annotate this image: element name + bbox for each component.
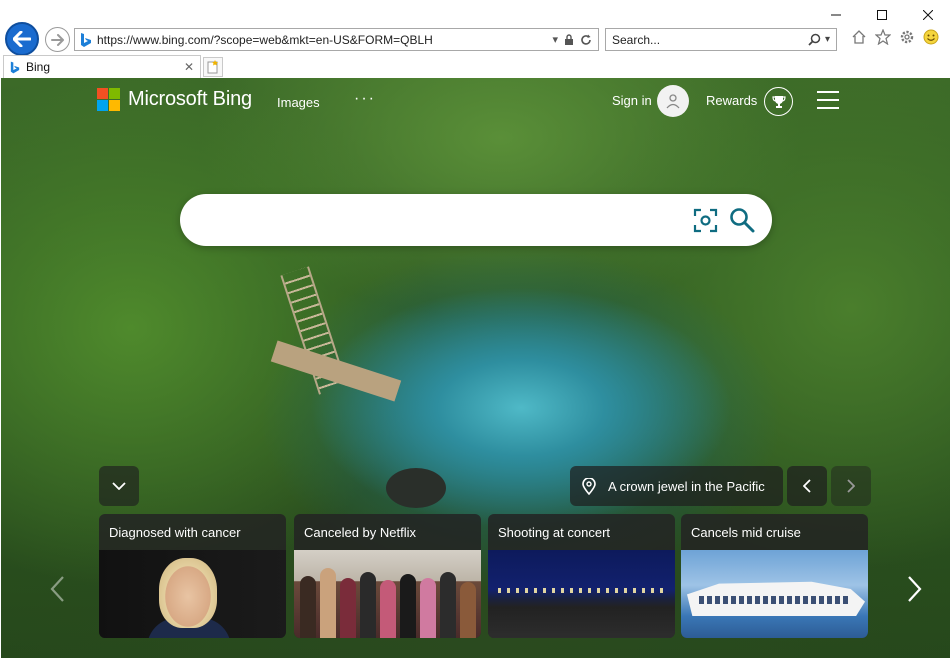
browser-search-placeholder[interactable]: Search... [612, 33, 808, 47]
news-card-title: Shooting at concert [498, 524, 611, 540]
image-title: A crown jewel in the Pacific [608, 478, 765, 494]
news-card-title: Diagnosed with cancer [109, 524, 241, 540]
news-card[interactable]: Cancels mid cruise [681, 514, 868, 638]
minimize-icon [831, 14, 841, 16]
brand-name: Microsoft Bing [128, 88, 252, 110]
bing-search-box[interactable] [180, 194, 772, 246]
bing-favicon-icon [75, 32, 97, 47]
lock-icon[interactable] [564, 33, 574, 46]
bing-search-input[interactable] [200, 206, 680, 234]
search-button[interactable] [729, 207, 755, 233]
user-icon [666, 94, 680, 109]
new-tab-button[interactable] [203, 57, 223, 77]
carousel-next-button[interactable] [903, 574, 925, 604]
back-button[interactable] [5, 22, 39, 56]
search-icon[interactable] [808, 33, 821, 46]
next-image-button[interactable] [831, 466, 871, 506]
menu-hamburger-icon[interactable] [817, 91, 839, 109]
tab-bing[interactable]: Bing ✕ [3, 55, 201, 78]
rewards-link[interactable]: Rewards [706, 93, 757, 108]
feedback-smiley-icon[interactable] [922, 28, 940, 46]
browser-search-tools: ▾ [808, 33, 836, 46]
sign-in-link[interactable]: Sign in [612, 93, 652, 108]
news-card-title: Cancels mid cruise [691, 524, 801, 540]
settings-gear-icon[interactable] [898, 28, 916, 46]
minimize-button[interactable] [813, 0, 859, 30]
rewards-trophy-icon[interactable] [764, 87, 793, 116]
chevron-left-icon [50, 576, 64, 602]
address-tools: ▾ [552, 33, 598, 46]
browser-search-box[interactable]: Search... ▾ [605, 28, 837, 51]
tab-row: Bing ✕ [0, 55, 951, 78]
new-tab-icon [207, 60, 218, 74]
expand-feed-button[interactable] [99, 466, 139, 506]
close-tab-icon[interactable]: ✕ [182, 60, 196, 74]
carousel-prev-button[interactable] [47, 574, 69, 604]
news-carousel: Diagnosed with cancer Canceled by Netfli… [99, 514, 871, 638]
microsoft-logo-icon [97, 88, 120, 111]
forward-button[interactable] [45, 27, 70, 52]
bing-homepage: Microsoft Bing Images ··· Sign in Reward… [1, 78, 950, 658]
home-icon[interactable] [850, 28, 868, 46]
visual-search-icon [693, 208, 718, 233]
maximize-button[interactable] [859, 0, 905, 30]
close-icon [923, 10, 933, 20]
visual-search-button[interactable] [693, 208, 718, 233]
arrow-left-icon [13, 31, 31, 47]
background-rock [386, 468, 446, 508]
toolbar-icons [850, 28, 940, 46]
location-pin-icon [582, 477, 596, 495]
chevron-down-icon[interactable]: ▾ [825, 34, 830, 45]
address-bar[interactable]: https://www.bing.com/?scope=web&mkt=en-U… [74, 28, 599, 51]
chevron-down-icon [112, 482, 126, 490]
maximize-icon [877, 10, 887, 20]
news-card[interactable]: Canceled by Netflix [294, 514, 481, 638]
bing-favicon-icon [10, 61, 20, 73]
nav-images-link[interactable]: Images [277, 95, 320, 110]
previous-image-button[interactable] [787, 466, 827, 506]
close-button[interactable] [905, 0, 951, 30]
chevron-right-icon [908, 576, 922, 602]
news-card-image [488, 550, 675, 638]
news-card[interactable]: Diagnosed with cancer [99, 514, 286, 638]
browser-chrome: https://www.bing.com/?scope=web&mkt=en-U… [0, 0, 951, 78]
dropdown-caret-icon[interactable]: ▾ [552, 33, 558, 46]
search-icon [730, 208, 755, 233]
news-card-image [294, 550, 481, 638]
nav-more-button[interactable]: ··· [354, 90, 376, 108]
window-controls [813, 0, 951, 30]
refresh-icon[interactable] [580, 34, 592, 46]
arrow-right-icon [50, 33, 64, 46]
bing-logo[interactable]: Microsoft Bing [97, 88, 252, 111]
chevron-left-icon [803, 479, 811, 493]
image-of-the-day-info[interactable]: A crown jewel in the Pacific [570, 466, 783, 506]
favorites-star-icon[interactable] [874, 28, 892, 46]
avatar[interactable] [657, 85, 689, 117]
news-card[interactable]: Shooting at concert [488, 514, 675, 638]
news-card-image [99, 550, 286, 638]
address-url[interactable]: https://www.bing.com/?scope=web&mkt=en-U… [97, 33, 552, 47]
news-card-image [681, 550, 868, 638]
tab-title: Bing [26, 60, 51, 74]
news-card-title: Canceled by Netflix [304, 524, 416, 540]
chevron-right-icon [847, 479, 855, 493]
